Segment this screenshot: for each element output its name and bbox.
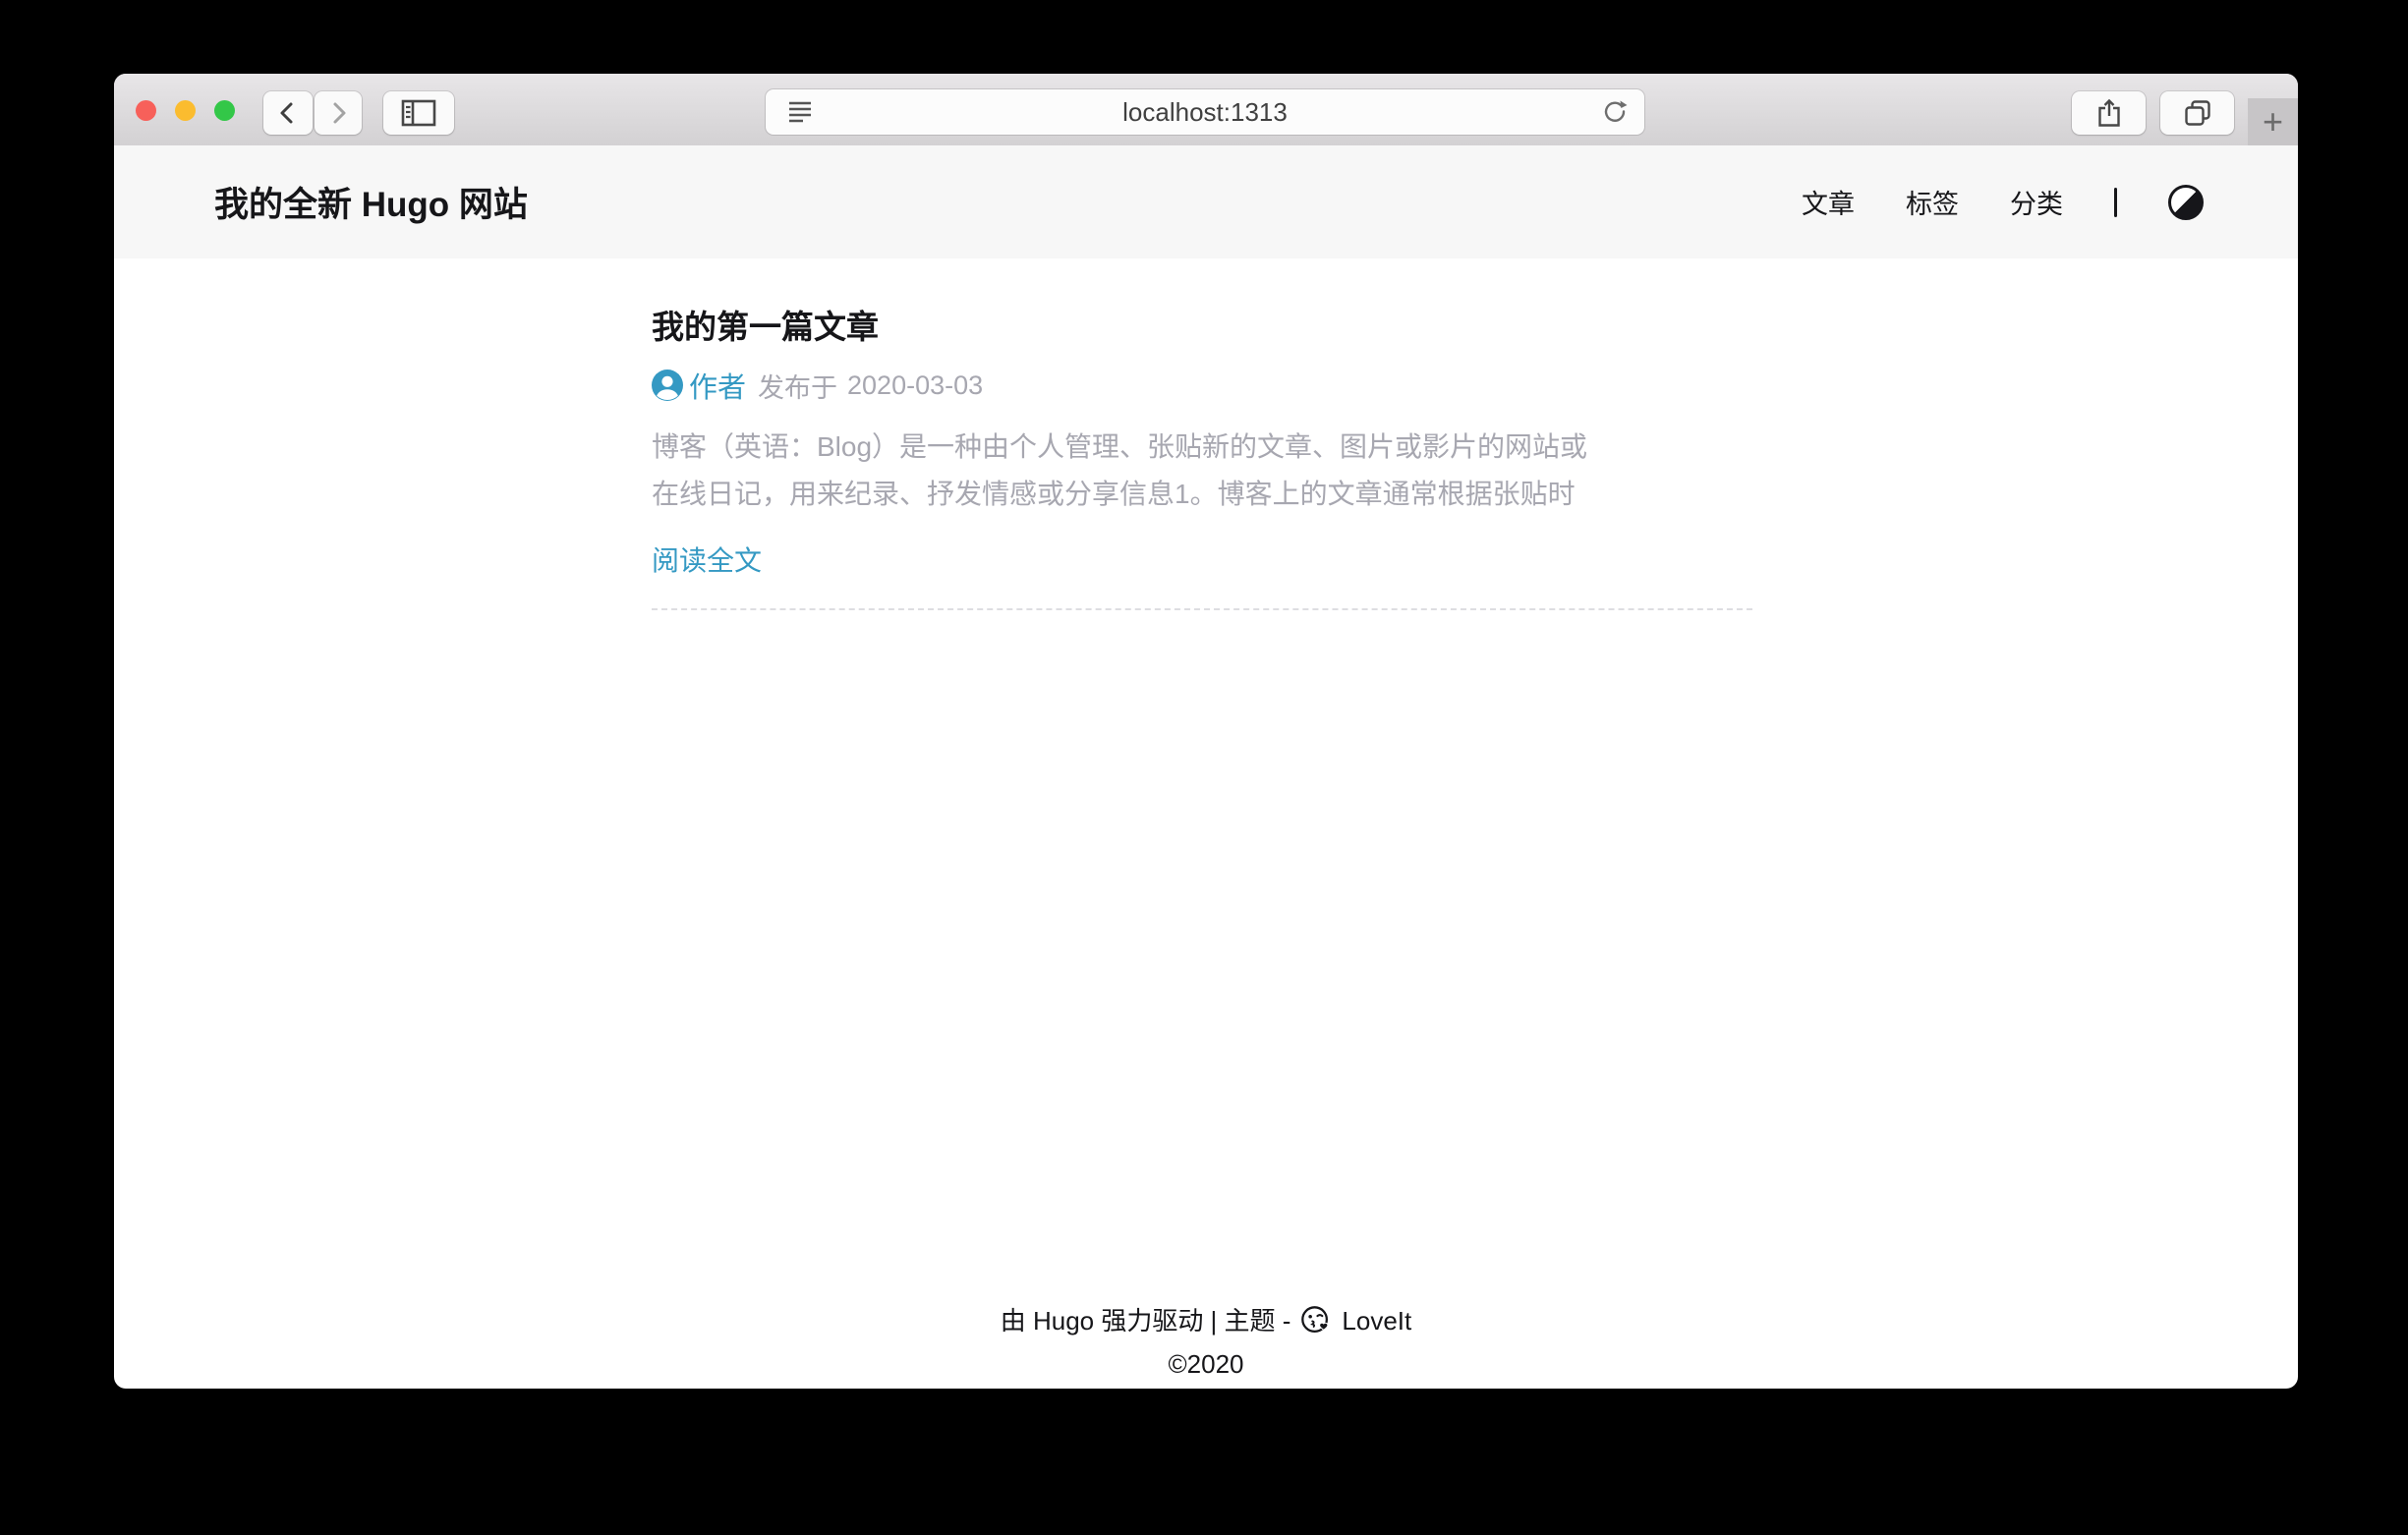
theme-link[interactable]: LoveIt	[1342, 1298, 1411, 1343]
nav-divider	[2114, 188, 2117, 217]
post-divider	[652, 608, 1752, 610]
back-button[interactable]	[263, 91, 313, 135]
footer-powered-line: 由 Hugo 强力驱动 | 主题 - LoveIt	[114, 1298, 2298, 1343]
author-link[interactable]: 作者	[652, 365, 746, 406]
forward-button[interactable]	[315, 91, 362, 135]
chevron-left-icon	[275, 100, 301, 126]
minimize-window-button[interactable]	[175, 100, 196, 121]
chevron-right-icon	[325, 100, 351, 126]
powered-by-text: 由 Hugo 强力驱动 | 主题 -	[1001, 1298, 1291, 1343]
summary-line: 在线日记，用来纪录、抒发情感或分享信息1。博客上的文章通常根据张贴时	[652, 471, 1752, 518]
kiss-face-icon	[1299, 1304, 1333, 1337]
close-window-button[interactable]	[136, 100, 156, 121]
post-summary: 博客（英语：Blog）是一种由个人管理、张贴新的文章、图片或影片的网站或 在线日…	[652, 424, 1752, 518]
author-name: 作者	[689, 365, 746, 406]
address-bar[interactable]: localhost:1313	[766, 89, 1644, 135]
window-controls	[136, 100, 235, 121]
sidebar-icon	[401, 99, 436, 127]
tabs-icon	[2183, 98, 2212, 128]
summary-line: 博客（英语：Blog）是一种由个人管理、张贴新的文章、图片或影片的网站或	[652, 424, 1752, 471]
show-tabs-button[interactable]	[2160, 91, 2234, 135]
url-text: localhost:1313	[766, 97, 1644, 128]
browser-window: localhost:1313	[114, 74, 2298, 1389]
new-tab-button[interactable]: +	[2248, 98, 2298, 145]
zoom-window-button[interactable]	[214, 100, 235, 121]
screenshot-canvas: { "browser": { "url": "localhost:1313", …	[0, 0, 2408, 1535]
user-circle-icon	[652, 370, 683, 401]
reload-icon[interactable]	[1601, 98, 1629, 126]
copyright-text: ©2020	[114, 1343, 2298, 1385]
site-footer: 由 Hugo 强力驱动 | 主题 - LoveIt ©2020	[114, 1298, 2298, 1385]
post-list: 我的第一篇文章 作者 发布于 2020-03-03 博客（英语：Blog）是一种…	[652, 258, 1752, 610]
post-meta: 作者 发布于 2020-03-03	[652, 365, 1752, 406]
nav-item-posts[interactable]: 文章	[1802, 183, 1855, 221]
post-title[interactable]: 我的第一篇文章	[652, 306, 1752, 349]
plus-icon: +	[2263, 101, 2283, 142]
browser-toolbar: localhost:1313	[114, 74, 2298, 146]
site-title[interactable]: 我的全新 Hugo 网站	[214, 177, 528, 227]
sidebar-toggle-button[interactable]	[383, 91, 454, 135]
published-prefix: 发布于	[758, 367, 837, 405]
share-icon	[2096, 98, 2122, 128]
theme-toggle-icon[interactable]	[2168, 185, 2204, 220]
read-more-link[interactable]: 阅读全文	[652, 540, 1752, 579]
share-button[interactable]	[2072, 91, 2146, 135]
published-date: 2020-03-03	[847, 370, 983, 401]
site-nav: 文章 标签 分类	[1802, 183, 2204, 221]
nav-item-tags[interactable]: 标签	[1906, 183, 1959, 221]
site-header: 我的全新 Hugo 网站 文章 标签 分类	[114, 145, 2298, 258]
nav-item-categories[interactable]: 分类	[2010, 183, 2063, 221]
